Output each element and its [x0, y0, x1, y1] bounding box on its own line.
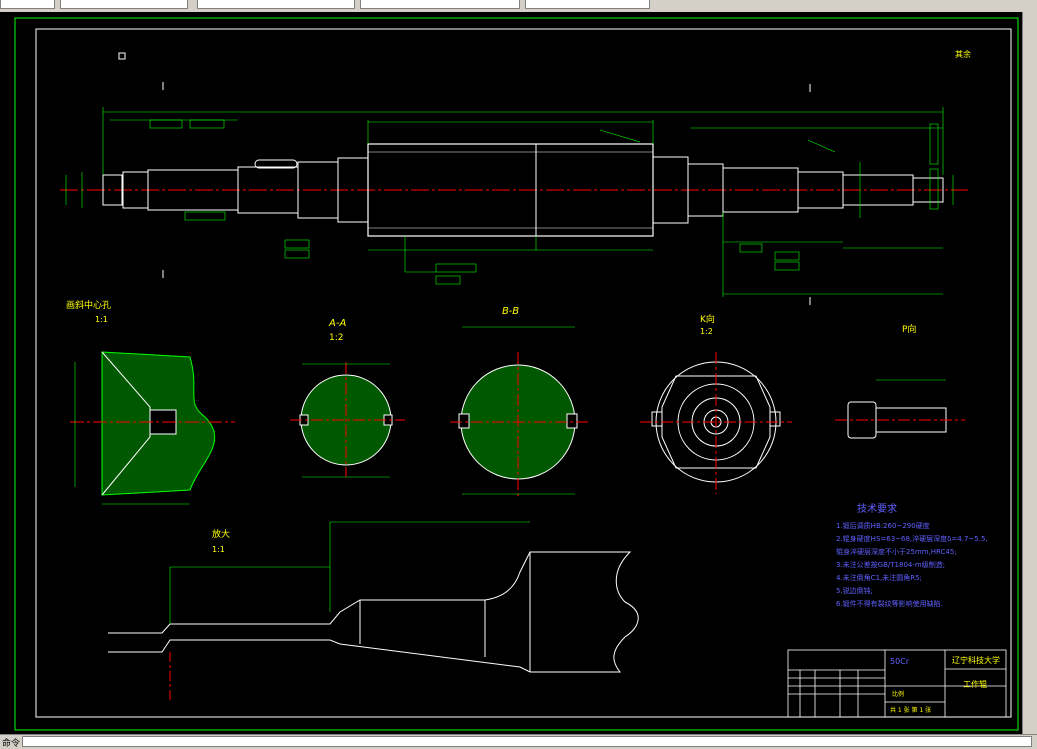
document-tab-4[interactable] [360, 0, 520, 9]
selection-grip[interactable] [118, 52, 126, 60]
command-line[interactable]: 命令: [0, 734, 1037, 749]
main-dimensions [65, 107, 954, 297]
section-aa-title: A-A [328, 318, 346, 329]
document-tab-5[interactable] [525, 0, 650, 9]
view-k-title: K向 [700, 313, 715, 325]
enlarged-detail [108, 521, 639, 702]
document-tab-1[interactable] [0, 0, 55, 9]
section-aa-view [290, 362, 405, 478]
tech-requirements-title: 技术要求 [857, 502, 897, 515]
section-bb-view [450, 326, 590, 497]
roughness-note: 其余 [955, 49, 971, 59]
title-block-material: 50Cr [890, 657, 910, 666]
drawing-canvas[interactable]: 画斜中心孔 1:1 A-A 1:2 B-B K向 1:2 P向 放大 1:1 其… [0, 12, 1022, 734]
enlarge-title: 放大 [212, 528, 230, 540]
section-marks [162, 82, 811, 305]
tolerance-frames [149, 119, 939, 285]
center-hole-scale: 1:1 [95, 315, 108, 324]
tech-item: 1.锻后调质HB:260~290硬度 [836, 521, 930, 530]
center-hole-title: 画斜中心孔 [66, 299, 111, 311]
tech-item: 3.未注公差按GB/T1804-m级制造; [836, 560, 945, 569]
view-k [640, 352, 792, 494]
title-block-sheet: 共 1 张 第 1 张 [890, 706, 931, 714]
view-k-scale: 1:2 [700, 327, 713, 336]
center-hole-detail [70, 351, 235, 505]
document-tab-2[interactable] [60, 0, 188, 9]
tech-item: 6.锻件不得有裂纹等影响使用缺陷. [836, 599, 943, 608]
view-p [835, 379, 965, 439]
tech-item: 2.辊身硬度HS=63~68,淬硬层深度δ=4.7~5.5, [836, 534, 988, 543]
command-input[interactable] [22, 736, 1032, 747]
tech-item: 5.锐边倒钝; [836, 586, 873, 595]
section-aa-scale: 1:2 [329, 333, 343, 343]
enlarge-scale: 1:1 [212, 545, 225, 554]
title-block-drawing-name: 工作辊 [963, 679, 987, 689]
view-p-title: P向 [902, 323, 916, 335]
section-bb-title: B-B [502, 306, 519, 317]
main-shaft-view [60, 143, 968, 237]
cad-drawing: 画斜中心孔 1:1 A-A 1:2 B-B K向 1:2 P向 放大 1:1 其… [14, 17, 1019, 731]
document-tab-3[interactable] [197, 0, 355, 9]
title-block-scale-label: 比例 [892, 690, 904, 698]
tech-item: 辊身淬硬层深度不小于25mm,HRC45; [836, 547, 957, 556]
vertical-scrollbar[interactable] [1022, 12, 1037, 734]
tech-item: 4.未注倒角C1,未注圆角R5; [836, 573, 922, 582]
title-block-school: 辽宁科技大学 [952, 655, 1000, 665]
